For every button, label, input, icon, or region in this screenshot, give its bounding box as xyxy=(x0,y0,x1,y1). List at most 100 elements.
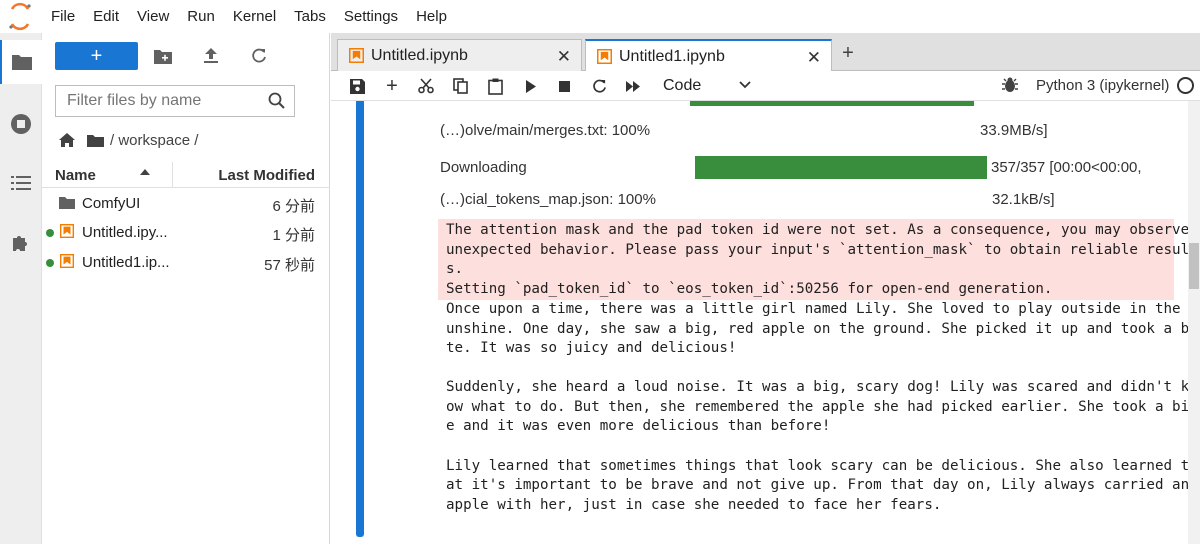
stdout-line: Suddenly, she heard a loud noise. It was… xyxy=(446,379,1198,395)
file-browser-panel: + Filter files by name / workspace / Nam… xyxy=(42,33,330,544)
file-name: Untitled.ipy... xyxy=(82,224,168,241)
save-button[interactable] xyxy=(346,75,368,97)
table-of-contents-tab[interactable] xyxy=(0,161,42,205)
cell-type-select[interactable]: Code xyxy=(663,77,701,95)
save-icon xyxy=(349,78,365,94)
menu-edit[interactable]: Edit xyxy=(84,0,128,33)
menu-tabs[interactable]: Tabs xyxy=(285,0,335,33)
scrolled-output-fragment xyxy=(690,101,974,106)
menu-file[interactable]: File xyxy=(40,0,84,33)
copy-icon xyxy=(452,78,468,94)
activity-bar xyxy=(0,33,42,544)
breadcrumb-path[interactable]: / workspace / xyxy=(110,132,198,149)
modified-column-header[interactable]: Last Modified xyxy=(218,167,315,184)
tab-label: Untitled.ipynb xyxy=(371,46,468,64)
stderr-line: unexpected behavior. Please pass your in… xyxy=(446,242,1198,258)
bug-icon[interactable] xyxy=(1002,76,1018,94)
tab-bar: Untitled.ipynb ✕ Untitled1.ipynb ✕ + xyxy=(331,33,1200,72)
kernel-status-icon xyxy=(1177,77,1194,94)
vertical-scrollbar[interactable] xyxy=(1188,101,1200,544)
list-icon xyxy=(11,176,31,190)
progress-label: (…)cial_tokens_map.json: 100% xyxy=(440,191,656,208)
add-tab-button[interactable]: + xyxy=(836,41,860,65)
chevron-down-icon[interactable] xyxy=(739,77,751,93)
paste-button[interactable] xyxy=(484,75,506,97)
close-tab-icon[interactable]: ✕ xyxy=(807,48,821,68)
stdout-line: at it's important to be brave and not gi… xyxy=(446,477,1190,493)
extensions-tab[interactable] xyxy=(0,221,42,265)
notebook-toolbar: + Code Python 3 (ipykernel) xyxy=(331,71,1200,101)
interrupt-button[interactable] xyxy=(553,75,575,97)
search-icon xyxy=(268,92,285,109)
file-name: ComfyUI xyxy=(82,195,141,212)
cut-button[interactable] xyxy=(415,75,437,97)
file-modified: 57 秒前 xyxy=(264,257,315,274)
kernel-name[interactable]: Python 3 (ipykernel) xyxy=(1036,77,1169,94)
menu-settings[interactable]: Settings xyxy=(335,0,407,33)
scrollbar-thumb[interactable] xyxy=(1189,243,1199,289)
run-button[interactable] xyxy=(520,75,542,97)
progress-stats: 357/357 [00:00<00:00, xyxy=(991,159,1142,176)
plus-icon: + xyxy=(386,74,398,97)
stdout-line: Once upon a time, there was a little gir… xyxy=(446,301,1198,317)
progress-bar xyxy=(695,156,987,179)
file-row-comfyui[interactable]: ComfyUI 6 分前 xyxy=(42,189,330,218)
close-tab-icon[interactable]: ✕ xyxy=(557,47,571,67)
cell-collapser[interactable] xyxy=(356,101,364,537)
file-row-untitled1[interactable]: Untitled1.ip... 57 秒前 xyxy=(42,248,330,277)
filter-placeholder: Filter files by name xyxy=(67,92,202,109)
upload-icon xyxy=(204,48,218,63)
file-modified: 6 分前 xyxy=(272,198,315,215)
stderr-line: The attention mask and the pad token id … xyxy=(446,222,1190,238)
new-folder-button[interactable] xyxy=(152,45,174,67)
fast-forward-icon xyxy=(625,80,640,92)
progress-label: (…)olve/main/merges.txt: 100% xyxy=(440,122,651,139)
tab-untitled-ipynb[interactable]: Untitled.ipynb ✕ xyxy=(337,39,582,71)
notebook-icon xyxy=(60,254,74,268)
menu-bar: File Edit View Run Kernel Tabs Settings … xyxy=(0,0,1200,33)
restart-run-all-button[interactable] xyxy=(622,75,644,97)
stdout-line: ow what to do. But then, she remembered … xyxy=(446,399,1198,415)
paste-icon xyxy=(487,78,503,95)
stop-icon xyxy=(558,80,570,92)
refresh-button[interactable] xyxy=(248,45,270,67)
sort-ascending-icon xyxy=(140,169,150,175)
progress-stats: 32.1kB/s] xyxy=(992,191,1055,208)
file-row-untitled[interactable]: Untitled.ipy... 1 分前 xyxy=(42,218,330,247)
menu-help[interactable]: Help xyxy=(407,0,456,33)
menu-kernel[interactable]: Kernel xyxy=(224,0,285,33)
running-sessions-tab[interactable] xyxy=(0,102,42,146)
progress-label: Downloading xyxy=(440,159,527,176)
notebook-icon xyxy=(597,49,612,64)
file-browser-tab[interactable] xyxy=(0,40,42,84)
stderr-line: Setting `pad_token_id` to `eos_token_id`… xyxy=(446,281,1053,297)
stop-circle-icon xyxy=(11,114,31,134)
file-list-header: Name Last Modified xyxy=(42,162,330,188)
name-column-header[interactable]: Name xyxy=(55,167,96,184)
upload-button[interactable] xyxy=(200,45,222,67)
folder-icon xyxy=(12,55,32,70)
running-indicator xyxy=(46,229,54,237)
filter-files-input[interactable]: Filter files by name xyxy=(55,85,295,117)
file-name: Untitled1.ip... xyxy=(82,254,170,271)
restart-icon xyxy=(592,79,606,93)
scissors-icon xyxy=(418,78,434,94)
puzzle-icon xyxy=(13,236,27,251)
progress-stats: 33.9MB/s] xyxy=(980,122,1048,139)
copy-button[interactable] xyxy=(449,75,471,97)
refresh-icon xyxy=(252,48,266,63)
new-launcher-button[interactable]: + xyxy=(55,42,138,70)
notebook-icon xyxy=(349,48,364,63)
breadcrumb: / workspace / xyxy=(59,129,198,151)
insert-cell-button[interactable]: + xyxy=(381,75,403,97)
home-icon[interactable] xyxy=(59,133,75,147)
main-dock-area: Untitled.ipynb ✕ Untitled1.ipynb ✕ + + C… xyxy=(331,33,1200,544)
stderr-line: s. xyxy=(446,261,464,277)
tab-untitled1-ipynb[interactable]: Untitled1.ipynb ✕ xyxy=(585,39,832,72)
folder-icon xyxy=(87,134,104,147)
menu-run[interactable]: Run xyxy=(178,0,224,33)
restart-kernel-button[interactable] xyxy=(588,75,610,97)
new-folder-icon xyxy=(154,49,172,64)
menu-view[interactable]: View xyxy=(128,0,178,33)
column-divider[interactable] xyxy=(172,162,173,188)
